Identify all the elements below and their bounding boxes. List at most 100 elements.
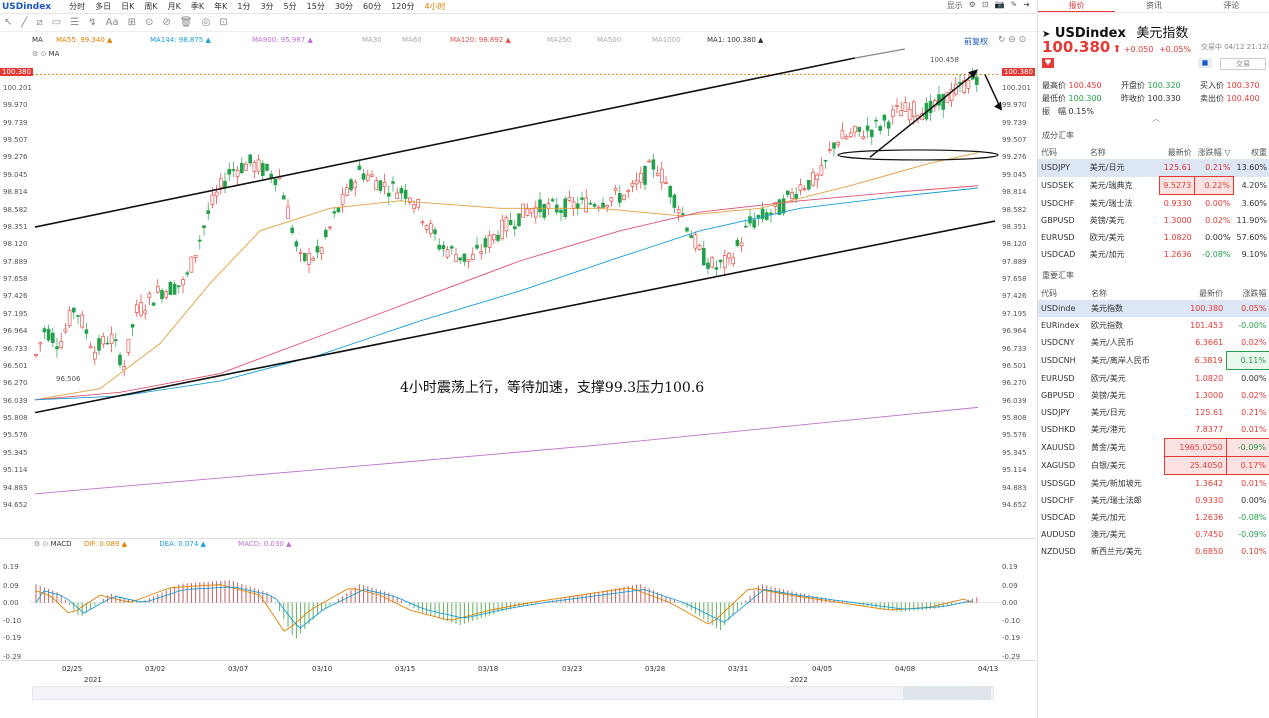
table-row[interactable]: USDCHF 美元/瑞士法 0.9330 0.00% 3.60%: [1038, 195, 1269, 213]
eye-icon[interactable]: ◎: [201, 17, 210, 28]
column-header[interactable]: 代码: [1038, 286, 1088, 300]
period-tab[interactable]: 15分: [307, 1, 325, 12]
table-row[interactable]: EURindex 欧元指数 101.453 -0.00%: [1038, 317, 1269, 334]
candlestick-chart[interactable]: [0, 48, 1036, 538]
hide-icon[interactable]: ⊘: [162, 17, 170, 28]
collapse-icon[interactable]: ︿: [1152, 113, 1160, 124]
chart-tool-icon[interactable]: ⊡: [982, 0, 989, 11]
arrow-tool-icon[interactable]: ↯: [88, 17, 96, 28]
table-row[interactable]: USDCHF 美元/瑞士法郎 0.9330 0.00%: [1038, 492, 1269, 509]
scrollbar-thumb[interactable]: [903, 687, 991, 699]
chart-tool-icon[interactable]: 显示: [947, 0, 963, 11]
table-row[interactable]: USDSEK 美元/瑞典克 9.5273 0.22% 4.20%: [1038, 176, 1269, 195]
period-tab[interactable]: 4小时: [424, 1, 445, 12]
table-row[interactable]: USDCNY 美元/人民币 6.3661 0.02%: [1038, 334, 1269, 352]
fib-tool-icon[interactable]: ☰: [70, 17, 79, 28]
period-tab[interactable]: 分时: [69, 1, 85, 12]
table-row[interactable]: AUDUSD 澳元/美元 0.7450 -0.09%: [1038, 526, 1269, 543]
chart-tool-icon[interactable]: 📷: [995, 0, 1005, 11]
table-row[interactable]: NZDUSD 新西兰元/美元 0.6850 0.10%: [1038, 543, 1269, 560]
panel-tab[interactable]: 资讯: [1115, 0, 1192, 12]
table-row[interactable]: USDJPY 美元/日元 125.61 0.21%: [1038, 404, 1269, 421]
period-tab[interactable]: 60分: [363, 1, 381, 12]
table-row[interactable]: GBPUSD 英镑/美元 1.3000 0.02%: [1038, 387, 1269, 404]
period-tab[interactable]: 周K: [144, 1, 157, 12]
candle-body: [697, 245, 702, 250]
row-code: USDJPY: [1041, 408, 1070, 417]
table-row[interactable]: XAUUSD 黄金/美元 1965.0250 -0.09%: [1038, 438, 1269, 457]
macd-divider: [0, 538, 1036, 539]
candle-body: [323, 229, 328, 238]
period-tab[interactable]: 季K: [191, 1, 204, 12]
period-tab[interactable]: 5分: [284, 1, 297, 12]
table-row[interactable]: USDinde 美元指数 100.380 0.05%: [1038, 300, 1269, 317]
price-axis-tick: 97.889: [1002, 257, 1027, 266]
quote-stat: 最低价 100.300: [1042, 93, 1102, 104]
column-header[interactable]: 最新价: [1160, 145, 1195, 159]
table-row[interactable]: USDCAD 美元/加元 1.2636 -0.08%: [1038, 509, 1269, 526]
favorite-icon[interactable]: ♥: [1042, 58, 1054, 68]
row-price: 1.3642: [1195, 479, 1224, 488]
period-tab[interactable]: 3分: [260, 1, 273, 12]
column-header[interactable]: 名称: [1087, 145, 1160, 159]
line-tool-icon[interactable]: ╱: [21, 17, 27, 28]
candle-body: [101, 336, 105, 345]
candle-body: [638, 172, 643, 183]
chart-tool-icon[interactable]: ✎: [1011, 0, 1018, 11]
table-row[interactable]: USDHKD 美元/港元 7.8377 0.01%: [1038, 421, 1269, 439]
timeline-scrollbar[interactable]: [32, 686, 994, 700]
table-row[interactable]: USDJPY 美元/日元 125.61 0.21% 13.60%: [1038, 159, 1269, 177]
delete-icon[interactable]: 🗑: [180, 17, 193, 28]
table-row[interactable]: USDSGD 美元/新加坡元 1.3642 0.01%: [1038, 475, 1269, 493]
magnet-icon[interactable]: ⊙: [145, 17, 153, 28]
table-row[interactable]: USDCNH 美元/离岸人民币 6.3819 0.11%: [1038, 351, 1269, 370]
price-axis-tick: 95.345: [1002, 448, 1027, 457]
candle-body: [219, 178, 223, 188]
period-tab[interactable]: 120分: [391, 1, 414, 12]
period-tab[interactable]: 1分: [237, 1, 250, 12]
macd-settings-icon[interactable]: ⚙ ⊙: [34, 540, 51, 548]
trade-button[interactable]: 交易: [1220, 58, 1266, 70]
candle-body: [874, 119, 878, 122]
chart-controls-icons[interactable]: ↻ ⊖ ⊙: [998, 35, 1026, 45]
table-row[interactable]: EURUSD 欧元/美元 1.0820 0.00% 57.60%: [1038, 229, 1269, 246]
column-header[interactable]: 涨跌幅: [1226, 286, 1269, 300]
column-header[interactable]: 代码: [1038, 145, 1087, 159]
chart-tool-icon[interactable]: ➜: [1023, 0, 1030, 11]
candle-body: [483, 238, 488, 248]
table-row[interactable]: EURUSD 欧元/美元 1.0820 0.00%: [1038, 370, 1269, 388]
table-row[interactable]: XAGUSD 白银/美元 25.4050 0.17%: [1038, 456, 1269, 475]
period-tab[interactable]: 30分: [335, 1, 353, 12]
candle-body: [151, 302, 156, 306]
channel-tool-icon[interactable]: ⧄: [36, 17, 42, 28]
date-tick: 02/25: [62, 665, 83, 673]
restore-button[interactable]: 前复权: [964, 36, 988, 47]
panel-tab[interactable]: 报价: [1038, 0, 1116, 12]
row-code: NZDUSD: [1041, 547, 1076, 556]
period-tab[interactable]: 月K: [168, 1, 181, 12]
period-tab[interactable]: 年K: [214, 1, 227, 12]
price-axis-tick-left: 94.883: [3, 483, 28, 492]
period-tab[interactable]: 多日: [95, 1, 111, 12]
text-tool-icon[interactable]: Aa: [106, 17, 119, 28]
stat-label: 最高价: [1042, 81, 1069, 90]
date-tick: 03/15: [395, 665, 416, 673]
rect-tool-icon[interactable]: ▭: [52, 17, 61, 28]
date-tick: 04/13: [978, 665, 999, 673]
watch-icon[interactable]: ◼: [1198, 58, 1212, 68]
table-row[interactable]: USDCAD 美元/加元 1.2636 -0.08% 9.10%: [1038, 246, 1269, 263]
column-header[interactable]: 名称: [1088, 286, 1165, 300]
cursor-icon[interactable]: ↖: [4, 17, 12, 28]
candle-body: [802, 188, 807, 191]
column-header[interactable]: 最新价: [1165, 286, 1227, 300]
ruler-icon[interactable]: ⊞: [128, 17, 136, 28]
lock-icon[interactable]: ⊡: [219, 17, 227, 28]
table-row[interactable]: GBPUSD 英镑/美元 1.3000 0.02% 11.90%: [1038, 212, 1269, 229]
candle-body: [911, 101, 916, 117]
column-header[interactable]: 涨跌幅 ▽: [1195, 145, 1234, 159]
period-tab[interactable]: 日K: [121, 1, 134, 12]
panel-tab[interactable]: 评论: [1193, 0, 1269, 12]
chart-tool-icon[interactable]: ⚙: [969, 0, 976, 11]
price-axis-tick-left: 99.507: [3, 136, 28, 145]
column-header[interactable]: 权重: [1233, 145, 1269, 159]
